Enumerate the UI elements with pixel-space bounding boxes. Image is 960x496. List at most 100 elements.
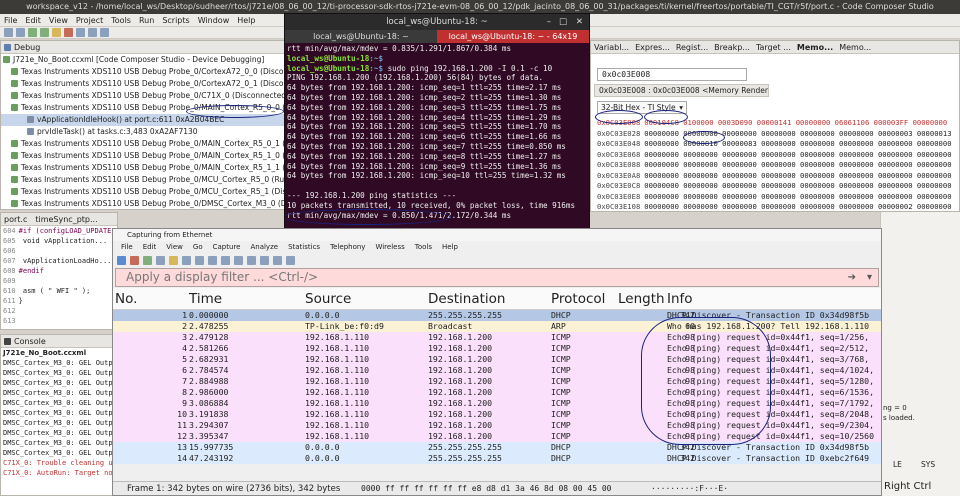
ws-menu-item-analyze[interactable]: Analyze	[245, 241, 283, 254]
memory-values[interactable]: 00000000 00000000 00000000 00000000 0000…	[644, 181, 951, 190]
editor-tab[interactable]: timeSync_ptp...	[35, 215, 105, 224]
right-panel-tab-le[interactable]: LE	[893, 460, 902, 469]
run-icon[interactable]	[40, 28, 49, 37]
memory-values[interactable]: 00000000 00000000 00000000 00000000 0000…	[644, 202, 951, 211]
ws-menu-item-file[interactable]: File	[116, 241, 138, 254]
suspend-icon[interactable]	[52, 28, 61, 37]
debug-tree-item[interactable]: J721e_No_Boot.ccxml [Code Composer Studi…	[1, 54, 284, 66]
debug-tree-item[interactable]: Texas Instruments XDS110 USB Debug Probe…	[1, 90, 284, 102]
ws-menu-item-telephony[interactable]: Telephony	[325, 241, 370, 254]
ws-menu-item-statistics[interactable]: Statistics	[283, 241, 325, 254]
thread-icon	[11, 92, 18, 99]
maximize-icon[interactable]: □	[559, 14, 567, 30]
right-panel-tab-sys[interactable]: SYS	[921, 460, 935, 469]
memory-view-tab[interactable]: Memo...	[797, 43, 833, 52]
ws-menu-item-capture[interactable]: Capture	[208, 241, 246, 254]
menu-item-tools[interactable]: Tools	[107, 14, 135, 27]
menu-item-file[interactable]: File	[0, 14, 21, 27]
ws-menu-item-go[interactable]: Go	[188, 241, 208, 254]
step-over-icon[interactable]	[88, 28, 97, 37]
ws-menu-item-wireless[interactable]: Wireless	[370, 241, 409, 254]
bookmark-icon[interactable]: ▾	[867, 269, 872, 286]
ws-menu-item-edit[interactable]: Edit	[138, 241, 162, 254]
terminal-tab-active[interactable]: local_ws@Ubuntu-18: ~ - 64x19	[437, 30, 589, 43]
memory-values[interactable]: 000104C8 0100000 0003D090 00000141 00000…	[644, 118, 947, 127]
ws-menu-item-view[interactable]: View	[161, 241, 188, 254]
shark-fin-icon[interactable]	[117, 256, 126, 265]
column-header-no[interactable]: No.	[115, 288, 137, 310]
close-icon[interactable]: ✕	[576, 14, 583, 30]
find-icon[interactable]	[221, 256, 230, 265]
save-icon[interactable]	[16, 28, 25, 37]
ws-menu-item-help[interactable]: Help	[437, 241, 463, 254]
column-header-length[interactable]: Length	[618, 288, 665, 310]
stop-capture-icon[interactable]	[130, 256, 139, 265]
column-header-info[interactable]: Info	[667, 288, 693, 310]
memory-address-input[interactable]: 0x0c03E008	[597, 68, 747, 81]
memory-view-tab[interactable]: Target ...	[756, 43, 791, 52]
menu-item-scripts[interactable]: Scripts	[158, 14, 193, 27]
arrow-right-icon[interactable]: ➔	[848, 269, 856, 286]
close-file-icon[interactable]	[195, 256, 204, 265]
memory-view-tab[interactable]: Variabl...	[594, 43, 629, 52]
debug-tree-item[interactable]: Texas Instruments XDS110 USB Debug Probe…	[1, 186, 284, 198]
packet-row[interactable]: 2 2.478255 TP-Link_be:f0:d9 Broadcast ARP 60 W…	[113, 321, 881, 332]
ws-menu-item-tools[interactable]: Tools	[410, 241, 437, 254]
column-header-protocol[interactable]: Protocol	[551, 288, 605, 310]
save-file-icon[interactable]	[182, 256, 191, 265]
debug-tree-item[interactable]: Texas Instruments XDS110 USB Debug Probe…	[1, 162, 284, 174]
go-back-icon[interactable]	[234, 256, 243, 265]
debug-tree-item[interactable]: Texas Instruments XDS110 USB Debug Probe…	[1, 78, 284, 90]
debug-tree-item[interactable]: Texas Instruments XDS110 USB Debug Probe…	[1, 174, 284, 186]
memory-view-tab[interactable]: Expres...	[635, 43, 670, 52]
memory-view-tab[interactable]: Memo...	[839, 43, 871, 52]
memory-values[interactable]: 00000000 00000000 00000000 00000000 0000…	[644, 171, 951, 180]
console-tab[interactable]: Console	[1, 335, 117, 348]
options-icon[interactable]	[156, 256, 165, 265]
menu-item-edit[interactable]: Edit	[21, 14, 45, 27]
debug-tree-item[interactable]: Texas Instruments XDS110 USB Debug Probe…	[1, 138, 284, 150]
terminal-tab[interactable]: local_ws@Ubuntu-18: ~	[285, 30, 437, 43]
debug-tree-item[interactable]: prvIdleTask() at tasks.c:3,483 0xA2AF713…	[1, 126, 284, 138]
memory-values[interactable]: 00000000 00000000 00000000 00000000 0000…	[644, 160, 951, 169]
column-header-source[interactable]: Source	[305, 288, 351, 310]
memory-values[interactable]: 00000000 00000000 00000000 00000000 0000…	[644, 192, 951, 201]
column-header-destination[interactable]: Destination	[428, 288, 505, 310]
reload-icon[interactable]	[208, 256, 217, 265]
packet-row[interactable]: 14 47.243192 0.0.0.0 255.255.255.255 DHCP 342…	[113, 453, 881, 464]
terminal-window[interactable]: local_ws@Ubuntu-18: ~ ✕ □ – local_ws@Ubu…	[284, 13, 590, 233]
menu-item-help[interactable]: Help	[233, 14, 259, 27]
zoom-out-icon[interactable]	[286, 256, 295, 265]
go-forward-icon[interactable]	[247, 256, 256, 265]
menu-item-project[interactable]: Project	[72, 14, 107, 27]
debug-tree-item[interactable]: Texas Instruments XDS110 USB Debug Probe…	[1, 66, 284, 78]
restart-capture-icon[interactable]	[143, 256, 152, 265]
packet-row[interactable]: 12 3.395347 192.168.1.110 192.168.1.200 ICMP…	[113, 431, 881, 442]
packet-no: 6	[182, 365, 187, 375]
zoom-in-icon[interactable]	[273, 256, 282, 265]
terminate-icon[interactable]	[64, 28, 73, 37]
step-return-icon[interactable]	[100, 28, 109, 37]
memory-rendering-tab[interactable]: 0x0c03E008 : 0x0c03E008 <Memory Renderin…	[594, 84, 769, 97]
debug-icon[interactable]	[28, 28, 37, 37]
minimize-icon[interactable]: –	[547, 14, 551, 30]
column-header-time[interactable]: Time	[189, 288, 222, 310]
memory-values[interactable]: 00000000 00000000 00000000 00000000 0000…	[644, 150, 951, 159]
debug-tree-item[interactable]: Texas Instruments XDS110 USB Debug Probe…	[1, 198, 284, 209]
debug-tree-item[interactable]: Texas Instruments XDS110 USB Debug Probe…	[1, 150, 284, 162]
open-file-icon[interactable]	[169, 256, 178, 265]
menu-item-window[interactable]: Window	[194, 14, 234, 27]
debug-tab[interactable]: Debug	[1, 41, 284, 54]
editor-tab[interactable]: port.c	[4, 215, 35, 224]
packet-row[interactable]: 13 15.997735 0.0.0.0 255.255.255.255 DHCP 342…	[113, 442, 881, 453]
menu-item-run[interactable]: Run	[135, 14, 158, 27]
step-into-icon[interactable]	[76, 28, 85, 37]
memory-view-tab[interactable]: Regist...	[676, 43, 708, 52]
new-icon[interactable]	[4, 28, 13, 37]
go-to-icon[interactable]	[260, 256, 269, 265]
editor-code[interactable]: 604 #if (configLOAD_UPDATE... 605 void vAp…	[1, 226, 117, 326]
display-filter-input[interactable]: Apply a display filter ... <Ctrl-/> ➔ ▾	[115, 268, 879, 287]
memory-view-tab[interactable]: Breakp...	[714, 43, 750, 52]
packet-row[interactable]: 1 0.000000 0.0.0.0 255.255.255.255 DHCP 342 DH…	[113, 310, 881, 321]
menu-item-view[interactable]: View	[45, 14, 72, 27]
